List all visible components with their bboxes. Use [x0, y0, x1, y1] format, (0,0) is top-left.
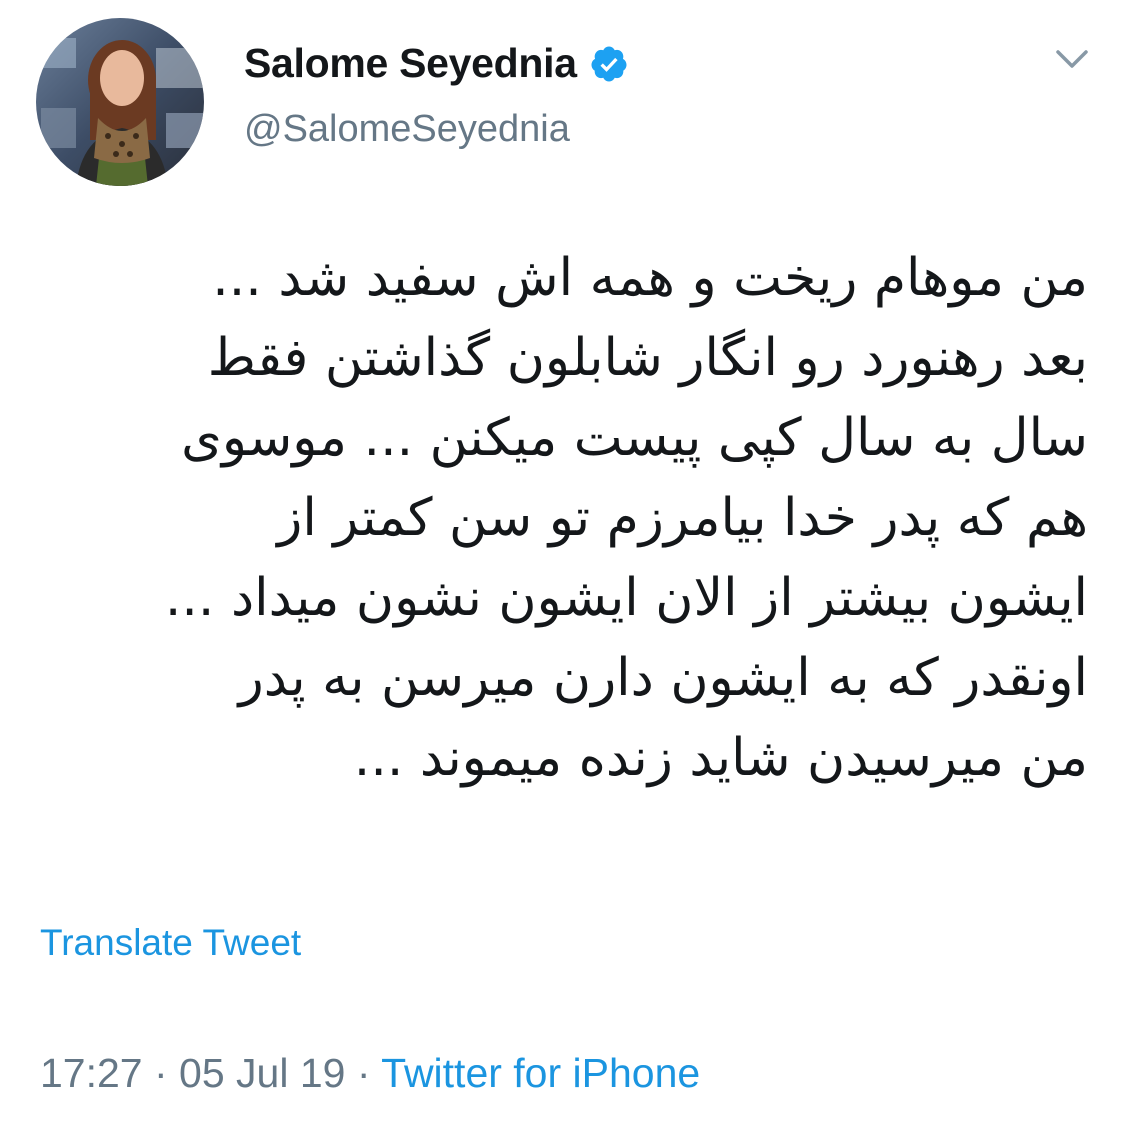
- display-name[interactable]: Salome Seyednia: [244, 40, 629, 87]
- tweet-text: من موهام ریخت و همه اش سفید شد ... بعد ر…: [40, 238, 1088, 798]
- display-name-text: Salome Seyednia: [244, 40, 577, 86]
- chevron-down-icon[interactable]: [1052, 42, 1092, 76]
- tweet-source-link[interactable]: Twitter for iPhone: [381, 1050, 700, 1096]
- tweet-text-line: اونقدر که به ایشون دارن میرسن به پدر: [238, 648, 1088, 708]
- meta-separator: ·: [345, 1050, 382, 1096]
- tweet-text-line: ایشون بیشتر از الان ایشون نشون میداد ...: [164, 568, 1088, 628]
- tweet-text-line: من موهام ریخت و همه اش سفید شد ...: [212, 248, 1088, 308]
- tweet-date[interactable]: 05 Jul 19: [179, 1050, 345, 1096]
- tweet-text-line: سال به سال کپی پیست میکنن ... موسوی: [181, 408, 1088, 468]
- user-handle[interactable]: @SalomeSeyednia: [244, 108, 570, 151]
- avatar[interactable]: [36, 18, 204, 186]
- tweet-text-line: بعد رهنورد رو انگار شابلون گذاشتن فقط: [207, 328, 1088, 388]
- meta-separator: ·: [142, 1050, 180, 1096]
- translate-tweet-link[interactable]: Translate Tweet: [40, 922, 301, 964]
- tweet-meta: 17:27 · 05 Jul 19 · Twitter for iPhone: [40, 1050, 700, 1097]
- tweet-card: Salome Seyednia @SalomeSeyednia من موهام…: [0, 0, 1124, 1130]
- verified-badge-icon: [589, 44, 629, 84]
- tweet-text-line: هم که پدر خدا بیامرزم تو سن کمتر از: [277, 488, 1088, 548]
- tweet-time[interactable]: 17:27: [40, 1050, 143, 1096]
- tweet-text-line: من میرسیدن شاید زنده میموند ...: [353, 728, 1088, 788]
- avatar-image: [36, 18, 204, 186]
